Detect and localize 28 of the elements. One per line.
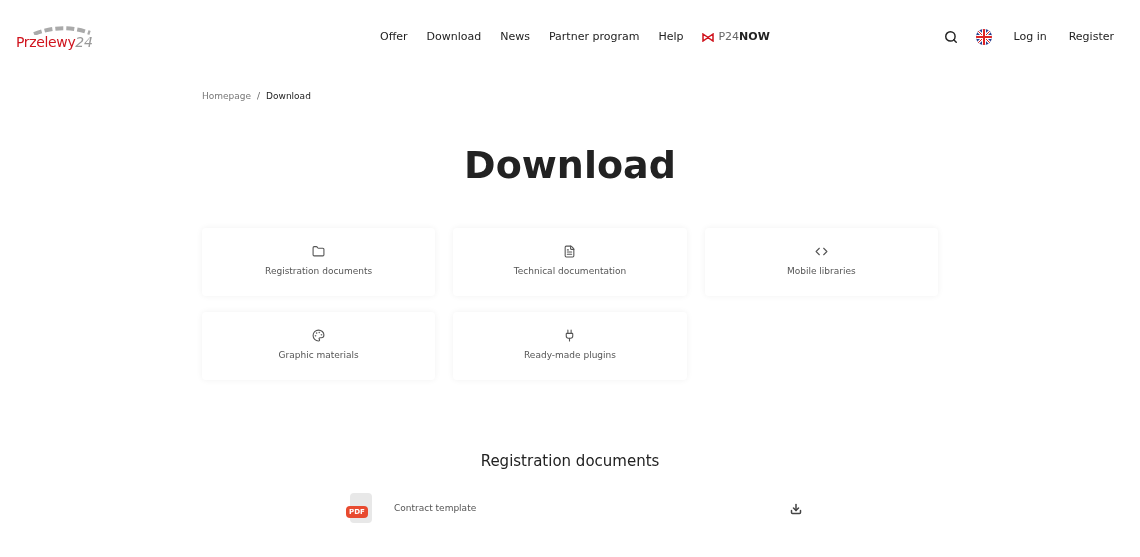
logo[interactable]: Przelewy24 xyxy=(16,35,176,49)
breadcrumb-separator: / xyxy=(257,90,261,104)
breadcrumb-link[interactable]: Homepage xyxy=(202,90,252,104)
breadcrumb-link[interactable]: Download xyxy=(266,90,311,104)
search-icon[interactable] xyxy=(943,30,958,44)
header-link[interactable]: Register xyxy=(1068,28,1114,46)
category-card[interactable]: Technical documentation xyxy=(453,228,687,296)
nav-link[interactable]: Partner program xyxy=(548,28,640,46)
nav-link[interactable]: Help xyxy=(658,28,684,46)
category-card[interactable]: Graphic materials xyxy=(202,312,436,380)
page-title: Download xyxy=(463,142,677,189)
file-icon xyxy=(563,245,577,259)
file-name[interactable]: Contract template xyxy=(394,501,477,516)
bowtie-icon xyxy=(702,32,715,42)
logo-arc-icon xyxy=(32,25,92,35)
category-card[interactable]: Registration documents xyxy=(202,228,436,296)
category-card[interactable]: Ready-made plugins xyxy=(453,312,687,380)
nav-link[interactable]: News xyxy=(500,28,530,46)
folder-icon xyxy=(312,245,326,259)
flag-icon[interactable] xyxy=(975,29,992,45)
download-icon[interactable] xyxy=(790,502,802,515)
palette-icon xyxy=(312,329,326,343)
section-title: Registration documents xyxy=(479,451,661,472)
p24now-link[interactable]: P24NOW xyxy=(702,28,770,46)
nav-link[interactable]: Download xyxy=(426,28,482,46)
category-card[interactable]: Mobile libraries xyxy=(704,228,938,296)
header-link[interactable]: Log in xyxy=(1013,28,1047,46)
nav-link[interactable]: Offer xyxy=(380,28,408,46)
